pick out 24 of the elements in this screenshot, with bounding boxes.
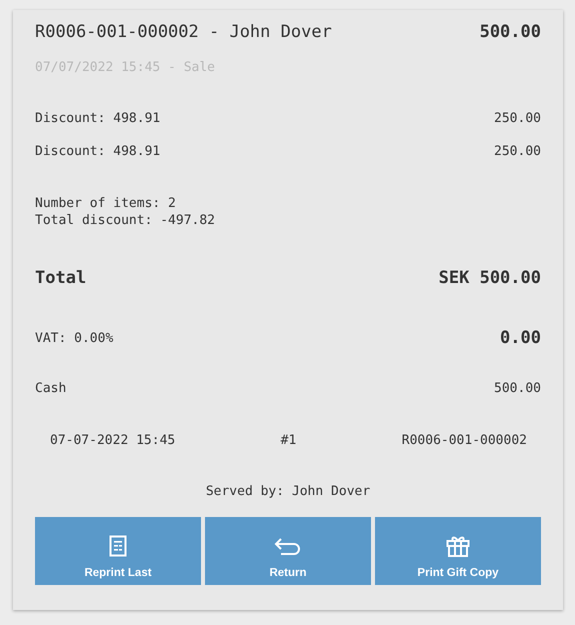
footer-number: #1 (280, 433, 296, 448)
line-amount: 250.00 (494, 111, 541, 126)
action-button[interactable]: Reprint Last (35, 517, 201, 585)
vat-label: VAT: 0.00% (35, 330, 114, 346)
receipt-amount: 500.00 (480, 22, 541, 42)
payment-label: Cash (35, 381, 66, 396)
total-amount: SEK 500.00 (438, 268, 541, 288)
vat-amount: 0.00 (500, 328, 541, 348)
receipt-title: R0006-001-000002 - John Dover (35, 22, 332, 42)
line-label: Discount: 498.91 (35, 144, 160, 159)
summary-text: Number of items: 2 (35, 195, 177, 212)
line-amount: 250.00 (494, 144, 541, 159)
footer-date: 07-07-2022 15:45 (50, 433, 176, 448)
summary-text: Total discount: -497.82 (35, 212, 216, 229)
action-button[interactable]: Print Gift Copy (375, 517, 541, 585)
served-by-text: Served by: John Dover (206, 484, 370, 499)
footer-receipt-number: R0006-001-000002 (402, 433, 527, 448)
payment-amount: 500.00 (494, 381, 541, 396)
receipt-icon (109, 535, 127, 557)
total-label: Total (35, 268, 86, 288)
line-label: Discount: 498.91 (35, 111, 160, 126)
action-button[interactable]: Return (205, 517, 371, 585)
return-arrow-icon (274, 537, 302, 557)
gift-icon (446, 535, 470, 557)
